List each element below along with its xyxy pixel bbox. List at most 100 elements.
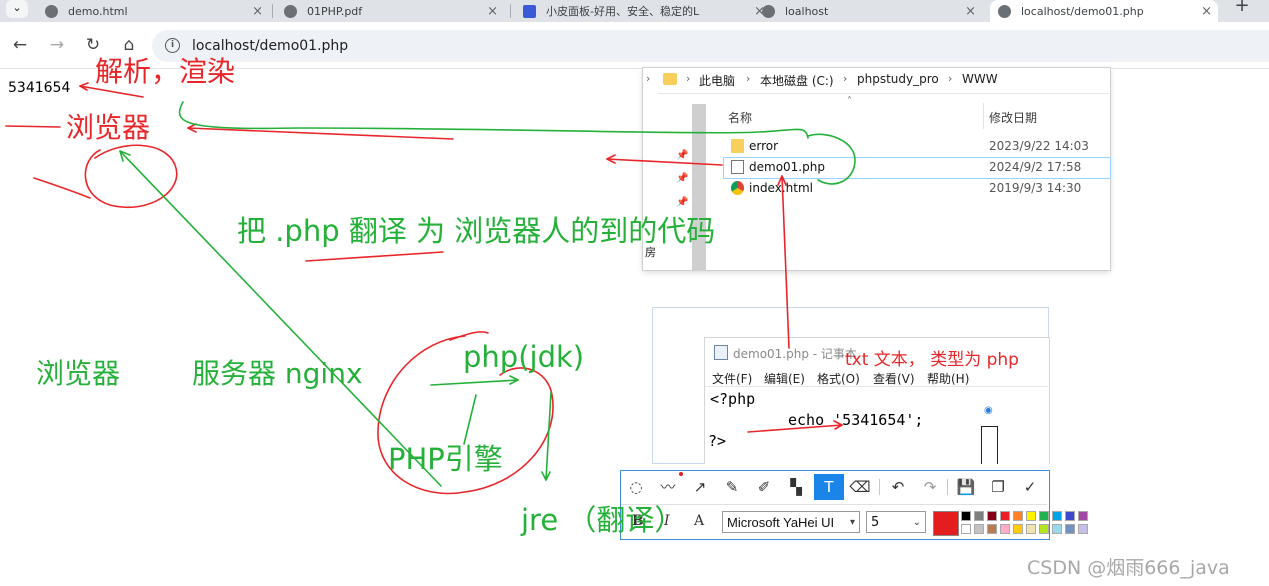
color-swatch[interactable] xyxy=(1052,511,1062,521)
green-arrow-to-jre xyxy=(545,391,552,481)
menu-file[interactable]: 文件(F) xyxy=(712,370,752,387)
chrome-file-icon xyxy=(731,181,744,195)
folder-icon xyxy=(663,73,677,85)
font-value: Microsoft YaHei UI xyxy=(727,515,835,530)
annotation-server: 服务器 nginx xyxy=(192,357,363,390)
back-arrow-icon[interactable]: ← xyxy=(8,33,32,57)
pin-icon: 📌 xyxy=(676,150,689,161)
csdn-watermark: CSDN @烟雨666_java xyxy=(1027,557,1230,579)
mosaic-icon[interactable]: ▚ xyxy=(782,474,810,500)
color-swatch[interactable] xyxy=(1039,524,1049,534)
breadcrumb-www[interactable]: WWW xyxy=(962,72,998,86)
color-swatch[interactable] xyxy=(1013,511,1023,521)
file-name[interactable]: demo01.php xyxy=(749,160,825,174)
notepad-icon xyxy=(714,345,728,360)
color-swatch[interactable] xyxy=(987,524,997,534)
tab-search-chevron-icon[interactable]: ⌄ xyxy=(6,0,28,18)
close-icon[interactable]: × xyxy=(487,4,498,19)
annotation-php-jdk: php(jdk) xyxy=(463,340,585,374)
annotation-translate-note: 把 .php 翻译 为 浏览器人的到的代码 xyxy=(237,214,716,248)
arrow-icon[interactable]: ↗ xyxy=(686,474,714,500)
column-divider[interactable] xyxy=(983,103,984,129)
close-icon[interactable]: × xyxy=(1201,4,1212,19)
font-style-button[interactable]: A xyxy=(694,513,704,529)
column-header-modified[interactable]: 修改日期 xyxy=(989,109,1037,126)
copy-icon[interactable]: ❐ xyxy=(984,474,1012,500)
text-icon[interactable]: T xyxy=(814,474,844,500)
menu-format[interactable]: 格式(O) xyxy=(817,370,860,387)
menu-view[interactable]: 查看(V) xyxy=(873,370,915,387)
color-swatch[interactable] xyxy=(1026,524,1036,534)
notepad-title: demo01.php - 记事本 xyxy=(733,347,857,361)
file-date: 2023/9/22 14:03 xyxy=(989,139,1089,153)
code-line[interactable]: <?php xyxy=(710,390,755,408)
annotation-txt-note: txt 文本， 类型为 php xyxy=(845,350,1019,370)
tab-demo-html[interactable]: demo.html × xyxy=(45,0,263,22)
annotation-browser-red: 浏览器 xyxy=(66,111,151,144)
color-swatch[interactable] xyxy=(1026,511,1036,521)
close-icon[interactable]: × xyxy=(252,4,263,19)
color-swatch[interactable] xyxy=(1039,511,1049,521)
tab-title: 01PHP.pdf xyxy=(307,4,363,18)
tab-loalhost[interactable]: loalhost × xyxy=(762,0,976,22)
new-tab-plus-icon[interactable]: + xyxy=(1228,0,1256,18)
chevron-down-icon: ▾ xyxy=(849,517,855,528)
tab-01php-pdf[interactable]: 01PHP.pdf × xyxy=(284,0,498,22)
color-swatch[interactable] xyxy=(1000,524,1010,534)
color-swatch[interactable] xyxy=(1013,524,1023,534)
globe-icon xyxy=(998,4,1011,18)
color-swatch[interactable] xyxy=(1078,511,1088,521)
pin-icon: 📌 xyxy=(676,173,689,184)
sort-up-icon: ˄ xyxy=(847,96,852,107)
globe-icon xyxy=(45,4,58,18)
pin-icon: 📌 xyxy=(676,197,689,208)
code-line[interactable]: echo '5341654'; xyxy=(788,411,923,429)
annotation-parse-render: 解析，渲染 xyxy=(95,55,236,88)
color-swatch[interactable] xyxy=(1000,511,1010,521)
menu-edit[interactable]: 编辑(E) xyxy=(764,370,805,387)
annotation-jre: jre （翻译） xyxy=(521,503,684,537)
color-swatch[interactable] xyxy=(974,524,984,534)
color-swatch[interactable] xyxy=(1065,511,1075,521)
active-dot xyxy=(679,472,683,476)
breadcrumb-phpstudy[interactable]: phpstudy_pro xyxy=(857,72,939,86)
pencil-icon[interactable]: ✎ xyxy=(718,474,746,500)
eraser-icon[interactable]: ⌫ xyxy=(846,474,874,500)
marker-icon[interactable]: ✐ xyxy=(750,474,778,500)
tab-bar: ⌄ demo.html × 01PHP.pdf × 小皮面板-好用、安全、稳定的… xyxy=(0,0,1269,22)
font-family-select[interactable]: Microsoft YaHei UI ▾ xyxy=(722,511,860,533)
red-arrow-to-browser xyxy=(187,127,454,140)
file-name[interactable]: error xyxy=(749,139,778,153)
tab-title: 小皮面板-好用、安全、稳定的L xyxy=(546,5,700,18)
color-palette xyxy=(961,511,1091,535)
color-swatch[interactable] xyxy=(961,524,971,534)
color-swatch[interactable] xyxy=(987,511,997,521)
close-icon[interactable]: × xyxy=(965,4,976,19)
tab-title: localhost/demo01.php xyxy=(1021,4,1144,18)
redo-icon[interactable]: ↷ xyxy=(916,474,944,500)
undo-icon[interactable]: ↶ xyxy=(884,474,912,500)
tab-demo01-php[interactable]: localhost/demo01.php × xyxy=(990,0,1218,22)
code-line[interactable]: ?> xyxy=(708,432,726,450)
forward-arrow-icon[interactable]: → xyxy=(45,33,69,57)
done-icon[interactable]: ✓ xyxy=(1016,474,1044,500)
file-name[interactable]: index.html xyxy=(749,181,813,195)
font-size-select[interactable]: 5 ⌄ xyxy=(866,511,926,533)
xp-logo-icon xyxy=(523,4,536,18)
color-swatch[interactable] xyxy=(961,511,971,521)
column-header-name[interactable]: 名称 xyxy=(728,109,752,126)
tab-xp-panel[interactable]: 小皮面板-好用、安全、稳定的L xyxy=(523,0,745,22)
color-swatch[interactable] xyxy=(974,511,984,521)
current-color-swatch[interactable] xyxy=(933,511,959,536)
green-arrow-to-php xyxy=(430,379,519,386)
breadcrumb-this-pc[interactable]: 此电脑 xyxy=(699,72,735,89)
menu-help[interactable]: 帮助(H) xyxy=(927,370,969,387)
menu-divider xyxy=(705,386,1048,387)
size-value: 5 xyxy=(871,515,880,530)
chevron-down-icon: ⌄ xyxy=(912,517,921,528)
color-swatch[interactable] xyxy=(1065,524,1075,534)
save-icon[interactable]: 💾 xyxy=(952,474,980,500)
color-swatch[interactable] xyxy=(1052,524,1062,534)
breadcrumb-local-disk[interactable]: 本地磁盘 (C:) xyxy=(760,72,834,89)
color-swatch[interactable] xyxy=(1078,524,1088,534)
